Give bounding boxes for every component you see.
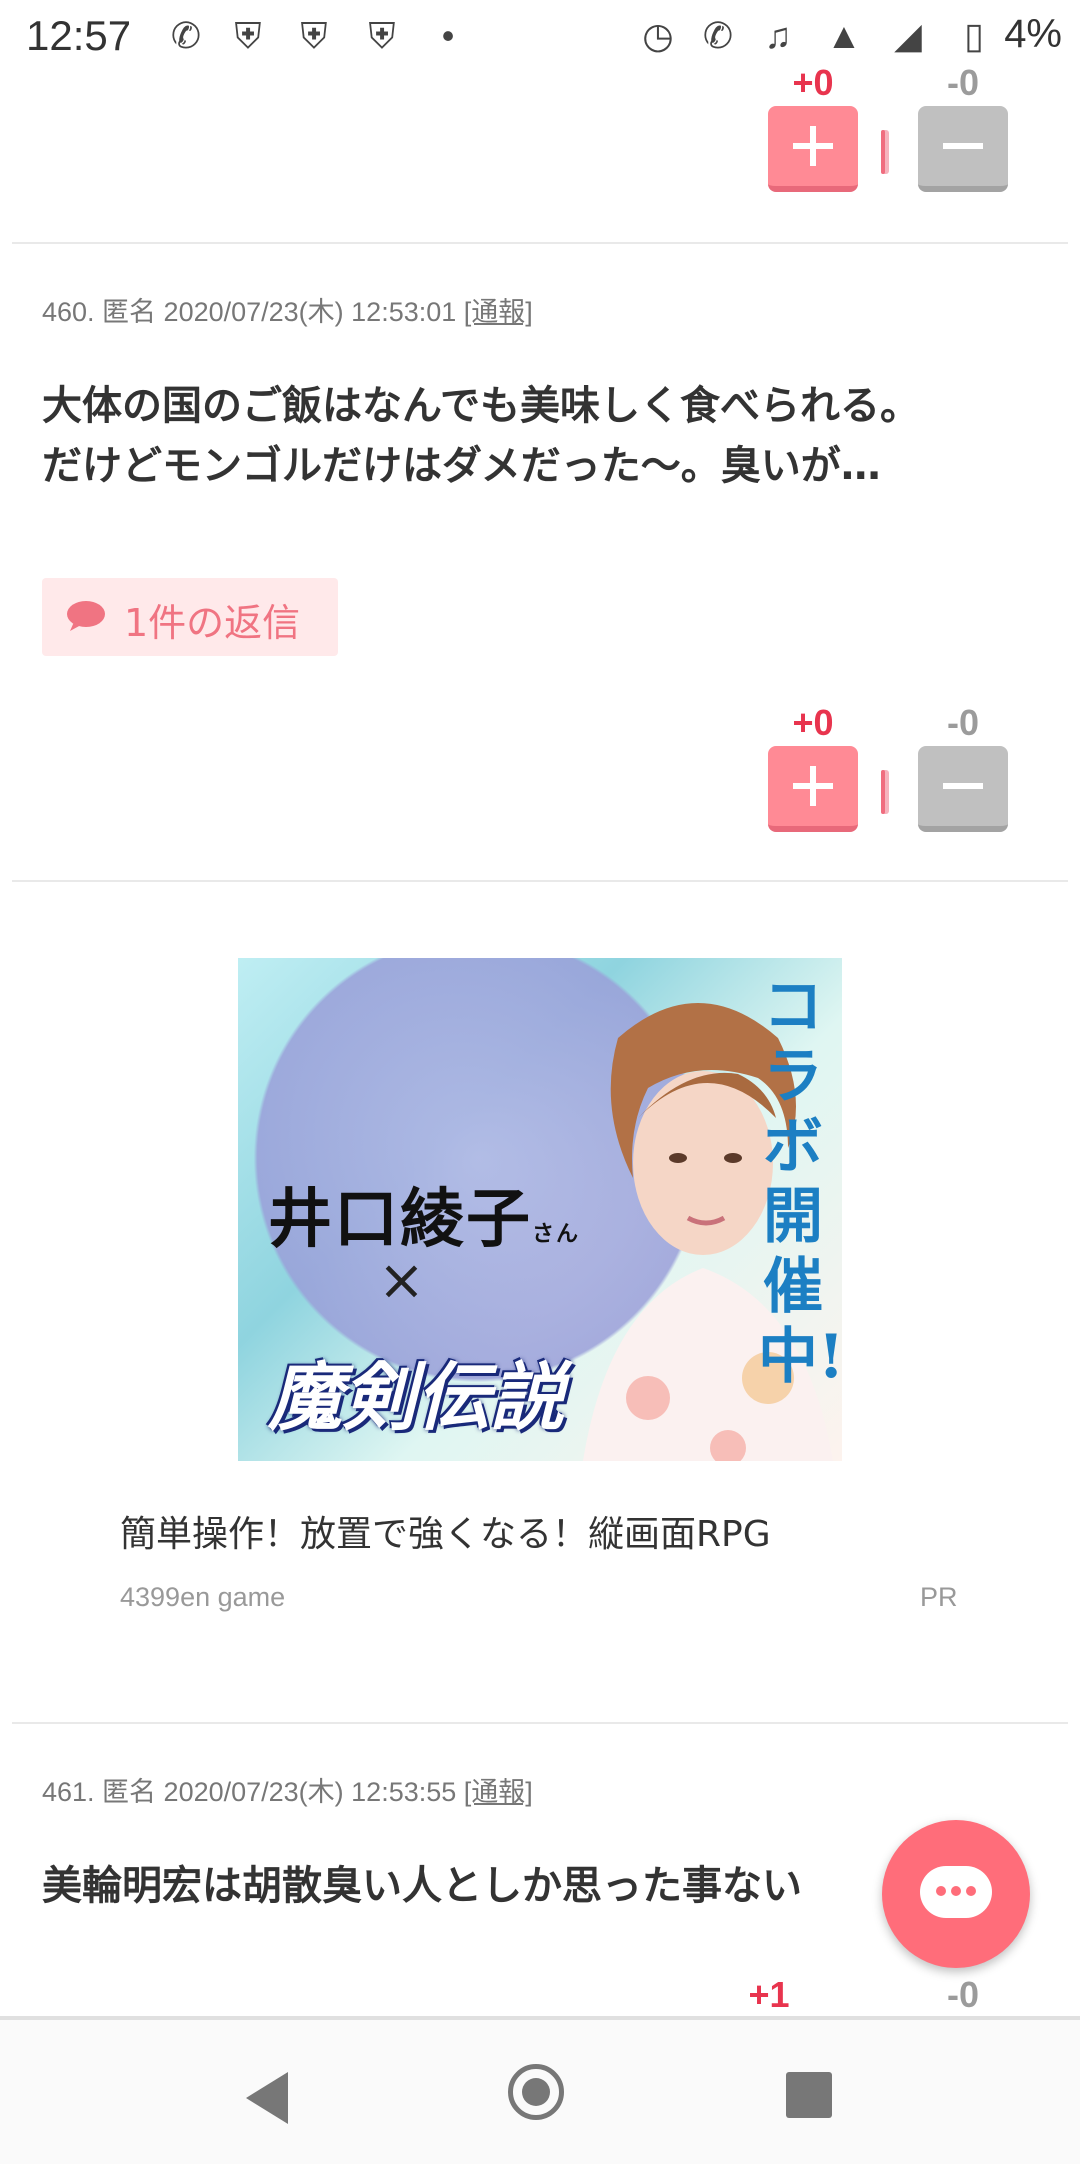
back-icon[interactable] [246,2072,288,2124]
comment-line: だけどモンゴルだけはダメだった〜。臭いが… [42,443,881,489]
vote-widget: +0 -0 [768,62,1028,192]
plus-count: +0 [792,702,834,743]
battery-percent: 4% [1004,12,1062,56]
ad-game-logo: 魔剣伝説 [268,1355,564,1441]
mute-icon: ♫ [764,15,792,56]
reply-count-label: 1件の返信 [124,601,301,645]
shield-phone-icon: ⛨ [368,15,396,56]
minus-button[interactable] [918,106,1008,192]
plus-count: +1 [748,1974,790,2015]
minus-button[interactable] [918,746,1008,832]
report-link[interactable]: [通報] [464,297,533,327]
ad-name: 井口綾子 [268,1182,532,1257]
minus-count: -0 [946,62,979,103]
ad-collab-text: コラボ開催中! [758,972,842,1392]
divider [12,1722,1068,1724]
divider [12,880,1068,882]
chat-fab-button[interactable] [882,1820,1030,1968]
plus-count: +0 [792,62,834,103]
phone-wifi-icon: ✆ [170,15,202,56]
comment-meta: 460. 匿名 2020/07/23(木) 12:53:01 [通報] [42,290,533,329]
divider [12,242,1068,244]
home-icon[interactable] [508,2064,564,2120]
comment-meta-text: 461. 匿名 2020/07/23(木) 12:53:55 [42,1777,464,1807]
shield-icon: ⛨ [300,15,328,56]
wifi-call-icon: ✆ [702,15,734,56]
ad-title[interactable]: 簡単操作！放置で強くなる！縦画面RPG [120,1505,771,1557]
status-time: 12:57 [26,12,132,59]
dot-icon: • [441,15,455,56]
battery-icon: ▯ [964,15,984,56]
ad-banner-image[interactable]: コラボ開催中! 井口綾子さん × 魔剣伝説 [238,958,842,1461]
comment-meta-text: 460. 匿名 2020/07/23(木) 12:53:01 [42,297,464,327]
ad-source: 4399en game [120,1582,286,1612]
plus-button[interactable] [768,106,858,192]
minus-count: -0 [946,1974,979,2015]
vote-ratio-bar [881,770,889,814]
ad-name-text: 井口綾子さん [268,1168,580,1260]
comment-text[interactable]: 大体の国のご飯はなんでも美味しく食べられる。 だけどモンゴルだけはダメだった〜。… [42,376,1042,496]
shield-icon: ⛨ [234,15,262,56]
minus-count: -0 [946,702,979,743]
speech-bubble-icon [67,601,105,631]
plus-button[interactable] [768,746,858,832]
ad-pr-label: PR [920,1582,958,1612]
vote-ratio-bar [881,130,889,174]
signal-icon: ◢ [894,15,922,56]
chat-icon [920,1866,992,1918]
alarm-icon: ◷ [642,15,674,56]
report-link[interactable]: [通報] [464,1777,533,1807]
wifi-icon: ▲ [826,15,862,56]
comment-meta: 461. 匿名 2020/07/23(木) 12:53:55 [通報] [42,1770,533,1809]
recent-apps-icon[interactable] [786,2072,832,2118]
navigation-bar [0,2016,1080,2164]
reply-button[interactable]: 1件の返信 [42,578,338,656]
ad-name-suffix: さん [532,1221,581,1247]
comment-line: 大体の国のご飯はなんでも美味しく食べられる。 [42,383,920,429]
vote-widget: +0 -0 [768,702,1028,832]
ad-cross: × [378,1248,425,1313]
